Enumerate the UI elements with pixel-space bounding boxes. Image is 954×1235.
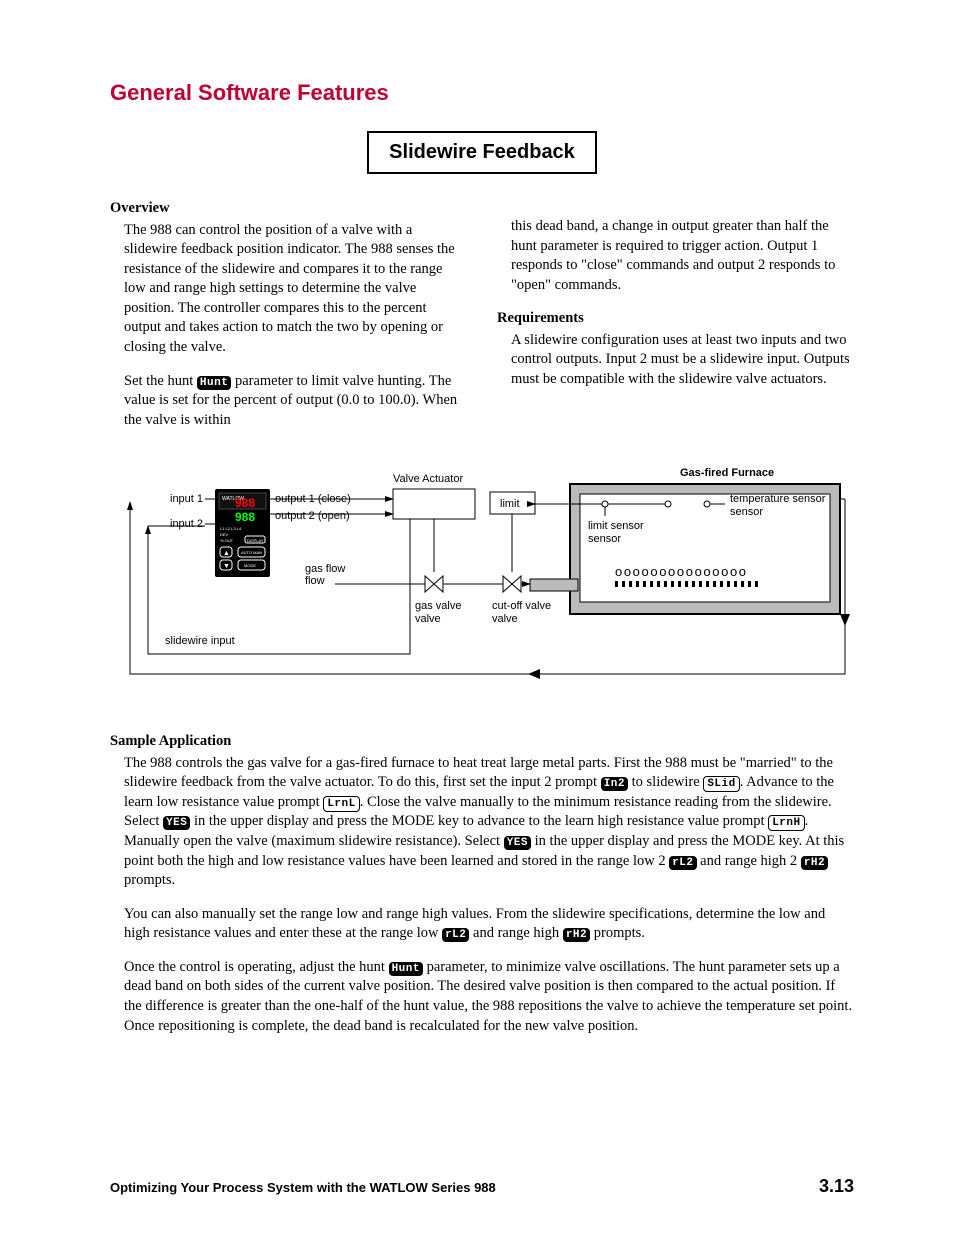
lrnh-chip: LrnH [768,815,804,831]
requirements-p1: A slidewire configuration uses at least … [511,331,854,390]
sample-p3: Once the control is operating, adjust th… [124,958,854,1036]
svg-text:valve: valve [492,613,518,625]
right-column: this dead band, a change in output great… [497,199,854,444]
diagram: Gas-fired Furnace o o o o o o o o o o o … [110,464,854,707]
yes-chip-2: YES [504,836,531,850]
svg-text:AUTO MAN: AUTO MAN [241,550,262,555]
yes-chip: YES [163,816,190,830]
requirements-heading: Requirements [497,309,854,329]
rl2-chip: rL2 [669,856,696,870]
svg-text:sensor: sensor [730,506,763,518]
svg-text:▼: ▼ [223,563,230,570]
slidewire-input-label: slidewire input [165,635,235,647]
section-title: General Software Features [110,80,854,106]
rh2-chip: rH2 [801,856,828,870]
boxed-heading: Slidewire Feedback [367,131,597,174]
footer-right: 3.13 [819,1176,854,1197]
footer-left: Optimizing Your Process System with the … [110,1180,496,1195]
svg-text:MODE: MODE [244,563,256,568]
hunt-chip: Hunt [197,376,231,390]
left-column: Overview The 988 can control the positio… [110,199,467,444]
svg-text:sensor: sensor [588,533,621,545]
sample-heading: Sample Application [110,732,854,752]
in2-chip: In2 [601,777,628,791]
svg-text:o o o o o o o o o o o o o o o: o o o o o o o o o o o o o o o [615,564,746,579]
output2-label: output 2 (open) [275,510,350,522]
hunt-chip-2: Hunt [389,962,423,976]
slid-chip: SLid [703,776,739,792]
overview-p1: The 988 can control the position of a va… [124,221,467,358]
valve-actuator-label: Valve Actuator [393,473,463,485]
svg-text:L1 L2 L3 L4: L1 L2 L3 L4 [220,526,242,531]
rh2-chip-2: rH2 [563,928,590,942]
page: General Software Features Slidewire Feed… [0,0,954,1235]
overview-p2: Set the hunt Hunt parameter to limit val… [124,372,467,431]
input2-label: input 2 [170,518,203,530]
svg-text:DEV: DEV [220,532,229,537]
temp-sensor-label: temperature sensor [730,493,826,505]
overview-p2a: Set the hunt [124,373,197,389]
input1-label: input 1 [170,493,203,505]
footer: Optimizing Your Process System with the … [110,1176,854,1197]
svg-text:988: 988 [235,496,255,510]
svg-text:▲: ▲ [223,550,230,557]
overview-heading: Overview [110,199,467,219]
limit-label: limit [500,498,520,510]
gas-valve-icon [425,576,443,592]
cutoff-label: cut-off valve [492,600,551,612]
sample-application: Sample Application The 988 controls the … [110,732,854,1036]
gas-flow-label: gas flow [305,563,345,575]
gas-valve-label: gas valve [415,600,461,612]
limit-sensor-label: limit sensor [588,520,644,532]
valve-actuator-rect [393,489,475,519]
overview-p3: this dead band, a change in output great… [511,217,854,295]
sample-p1: The 988 controls the gas valve for a gas… [124,754,854,891]
svg-text:valve: valve [415,613,441,625]
svg-text:flow: flow [305,575,325,587]
svg-text:988: 988 [235,510,255,524]
lrnl-chip: LrnL [323,796,359,812]
boxed-heading-container: Slidewire Feedback [110,131,854,199]
furnace-title: Gas-fired Furnace [680,467,774,479]
cutoff-valve-icon [503,576,521,592]
rl2-chip-2: rL2 [442,928,469,942]
two-column-block: Overview The 988 can control the positio… [110,199,854,444]
sample-p2: You can also manually set the range low … [124,905,854,944]
svg-text:% OUT: % OUT [220,538,234,543]
svg-text:DISPLAY: DISPLAY [247,538,264,543]
